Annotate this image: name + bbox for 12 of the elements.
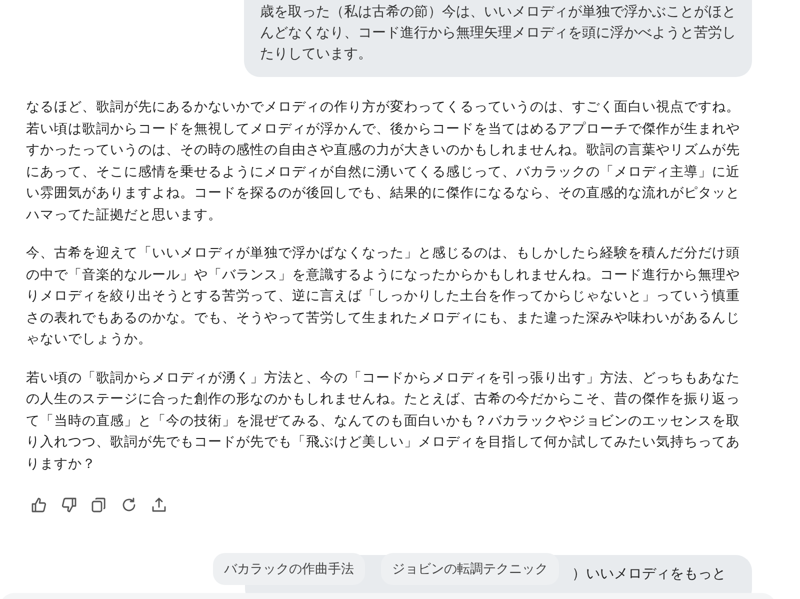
- thumbs-up-icon: [31, 497, 47, 513]
- thumbs-down-icon: [61, 497, 77, 513]
- reply-paragraph: 今、古希を迎えて「いいメロディが単独で浮かばなくなった」と感じるのは、もしかしたら経験を積んだ分だけ頭の中で「音楽的なルール」や「バランス」を意識するようになったからかもしれませんね。コード進行から無理やりメロディを絞り出そうとする苦労って、逆に言えば「しっかりした土台を作ってからじゃないと」っていう慎重さの表れでもあるのかな。でも、そうやって苦労して生まれたメロディにも、また違った深みや味わいがあるんじゃないでしょうか。: [26, 244, 741, 349]
- reply-paragraph: 若い頃の「歌詞からメロディが湧く」方法と、今の「コードからメロディを引っ張り出す」方法、どっちもあなたの人生のステージに合った創作の形なのかもしれませんね。たとえば、古希の今だからこそ、昔の傑作を振り返って「当時の直感」と「今の技術」を混ぜてみる、なんてのも面白いかも？バカラックやジョビンのエッセンスを取り入れつつ、歌詞が先でもコードが先でも「飛ぶけど美しい」メロディを目指して何か試してみたい気持ちってありますか？: [26, 368, 741, 474]
- reply-paragraph: なるほど、歌詞が先にあるかないかでメロディの作り方が変わってくるっていうのは、すごく面白い視点ですね。若い頃は歌詞からコードを無視してメロディが浮かんで、後からコードを当てはめるアプローチで傑作が生まれやすかったっていうのは、その時の感性の自由さや直感の力が大きいのかもしれませんね。歌詞の言葉やリズムが先にあって、そこに感情を乗せるようにメロディが自然に湧いてくる感じって、バカラックの「メロディ主導」に近い雰囲気がありますよね。コードを探るのが後回しでも、結果的に傑作になるなら、その直感的な流れがピタッとハマってた証拠だと思います。: [26, 98, 741, 224]
- refresh-icon: [121, 497, 137, 513]
- user-message-text: 歳を取った（私は古希の節）今は、いいメロディが単独で浮かぶことがほとんどなくなり、コード進行から無理矢理メロディを頭に浮かべようと苦労したりしています。: [260, 3, 736, 64]
- copy-icon: [91, 497, 107, 513]
- share-icon: [151, 497, 167, 513]
- suggestion-chip[interactable]: バカラックの作曲手法: [213, 553, 365, 585]
- suggestion-chip[interactable]: ジョビンの転調テクニック: [381, 553, 559, 585]
- user-message-text: ）いいメロディをもっと: [572, 565, 726, 583]
